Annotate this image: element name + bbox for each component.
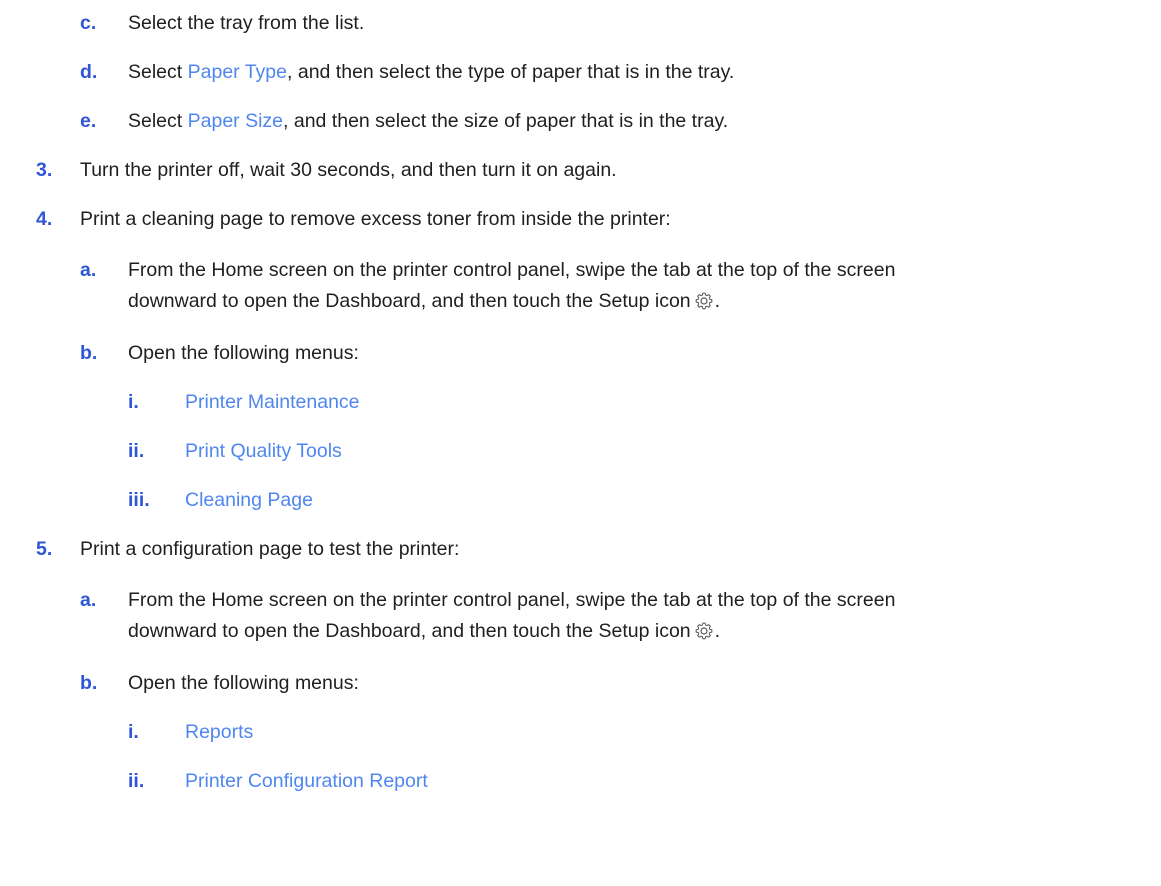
substep-text: From the Home screen on the printer cont… — [128, 255, 1147, 317]
menu-cleaning-page: Cleaning Page — [185, 489, 313, 511]
document-page: c. Select the tray from the list. d. Sel… — [0, 0, 1161, 886]
step-marker: 5. — [36, 538, 53, 560]
menu-marker: i. — [128, 391, 139, 413]
text-end: . — [714, 290, 721, 312]
text-line-2: downward to open the Dashboard, and then… — [128, 290, 691, 312]
text-pre: Select — [128, 61, 188, 83]
substep-text: Select Paper Type, and then select the t… — [128, 57, 1147, 88]
substep-marker: a. — [80, 259, 97, 281]
substep-marker: b. — [80, 342, 98, 364]
text-line-2: downward to open the Dashboard, and then… — [128, 620, 691, 642]
text-post: , and then select the size of paper that… — [283, 110, 729, 132]
step-marker: 4. — [36, 208, 53, 230]
menu-printer-maintenance: Printer Maintenance — [185, 391, 360, 413]
substep-text: Open the following menus: — [128, 342, 359, 364]
gear-icon — [694, 621, 714, 641]
menu-marker: i. — [128, 721, 139, 743]
text-line-1: From the Home screen on the printer cont… — [128, 259, 896, 281]
text-post: , and then select the type of paper that… — [287, 61, 735, 83]
text-end: . — [714, 620, 721, 642]
text-pre: Select — [128, 110, 188, 132]
menu-printer-configuration-report: Printer Configuration Report — [185, 770, 428, 792]
paper-type-menu-link: Paper Type — [187, 61, 288, 83]
substep-marker: d. — [80, 61, 98, 83]
menu-marker: ii. — [128, 440, 145, 462]
text-line-1: From the Home screen on the printer cont… — [128, 589, 896, 611]
menu-marker: ii. — [128, 770, 145, 792]
substep-marker: e. — [80, 110, 97, 132]
menu-print-quality-tools: Print Quality Tools — [185, 440, 342, 462]
gear-icon — [694, 291, 714, 311]
step-text: Print a cleaning page to remove excess t… — [80, 208, 671, 230]
step-text: Turn the printer off, wait 30 seconds, a… — [80, 159, 617, 181]
substep-text: Select the tray from the list. — [128, 12, 365, 34]
step-text: Print a configuration page to test the p… — [80, 538, 460, 560]
menu-reports: Reports — [185, 721, 254, 743]
step-marker: 3. — [36, 159, 53, 181]
substep-marker: b. — [80, 672, 98, 694]
menu-marker: iii. — [128, 489, 150, 511]
substep-marker: a. — [80, 589, 97, 611]
substep-marker: c. — [80, 12, 97, 34]
substep-text: From the Home screen on the printer cont… — [128, 585, 1147, 647]
substep-text: Open the following menus: — [128, 672, 359, 694]
paper-size-menu-link: Paper Size — [187, 110, 284, 132]
substep-text: Select Paper Size, and then select the s… — [128, 106, 1147, 137]
